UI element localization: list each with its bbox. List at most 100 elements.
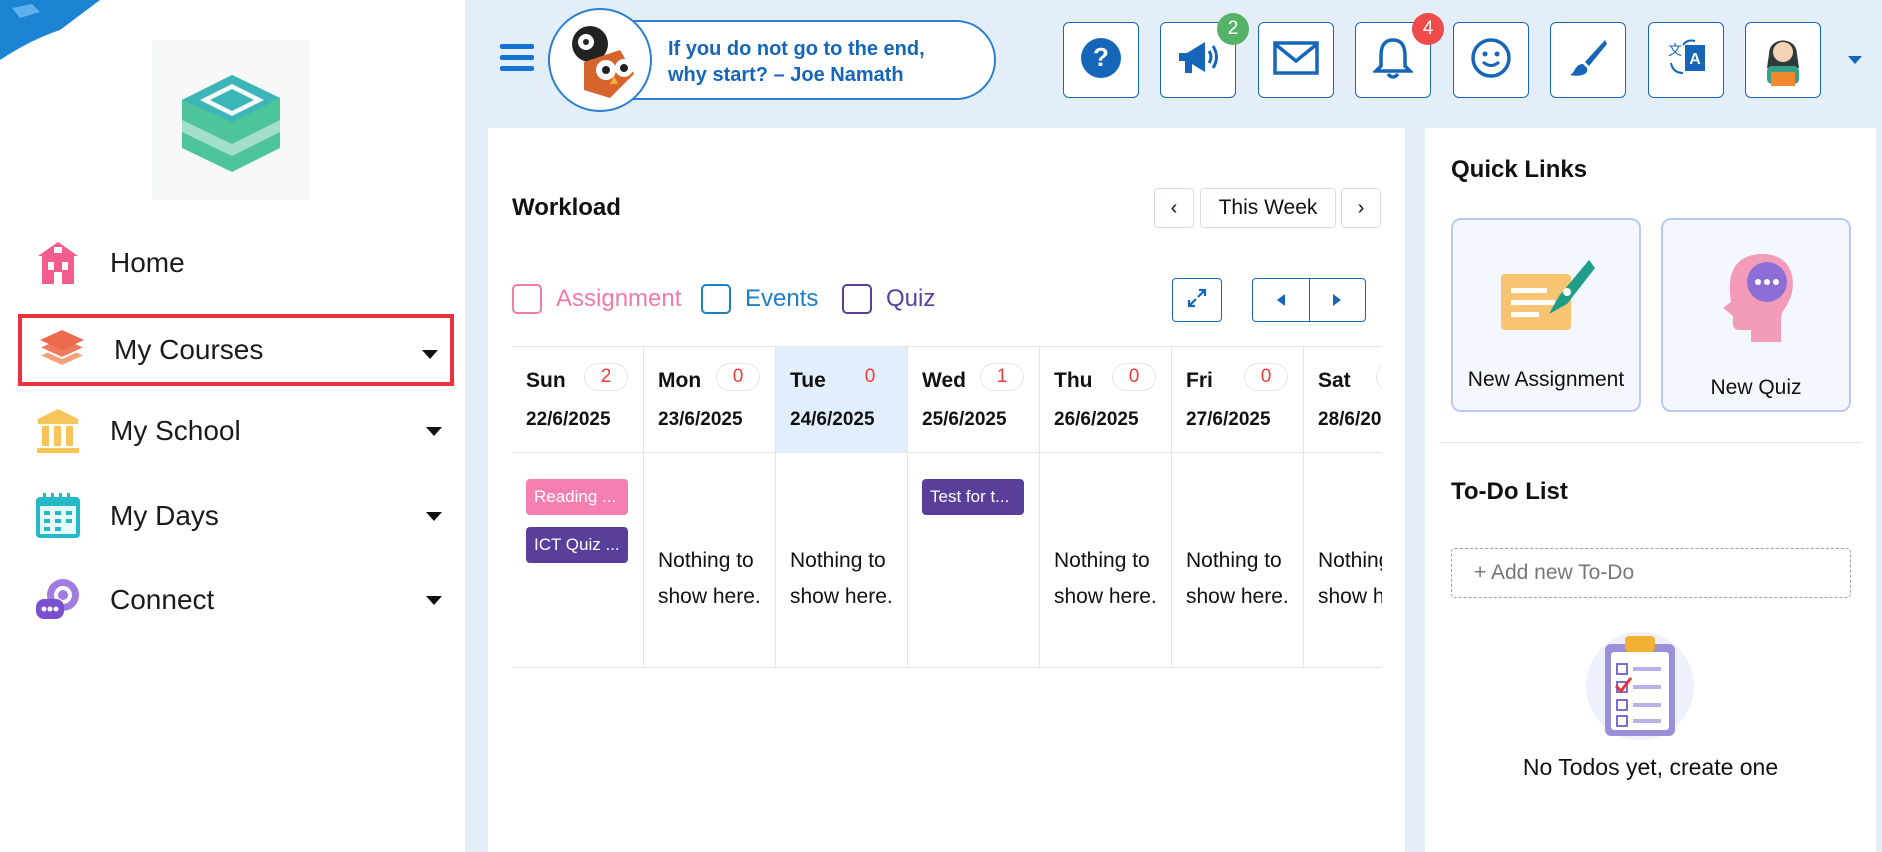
filter-checkbox[interactable] (701, 284, 731, 314)
expand-icon (1187, 288, 1207, 313)
divider (1439, 442, 1862, 443)
sidebar-item-my-days[interactable]: My Days (18, 480, 454, 552)
empty-line: Nothing to (658, 549, 754, 572)
day-column: Sat 0 28/6/2025 Nothing to show here. (1304, 347, 1382, 667)
day-date: 24/6/2025 (790, 409, 875, 430)
calendar-scroll-controls (1252, 278, 1366, 322)
calendar-icon (32, 490, 84, 542)
chevron-down-icon[interactable] (1848, 56, 1862, 64)
todo-title: To-Do List (1451, 478, 1568, 505)
week-calendar: Sun 2 22/6/2025 Reading ... ICT Quiz ...… (512, 346, 1382, 668)
filter-events[interactable]: Events (701, 284, 818, 314)
day-name: Sun (526, 369, 566, 392)
theme-button[interactable] (1550, 22, 1626, 98)
day-body: Nothing to show here. (1304, 453, 1382, 667)
mail-icon (1273, 40, 1319, 80)
chevron-down-icon (426, 596, 442, 605)
day-name: Sat (1318, 369, 1351, 392)
help-button[interactable]: ? (1063, 22, 1139, 98)
quick-links-panel: Quick Links New Assignment New Quiz To-D… (1425, 128, 1876, 852)
menu-toggle-icon[interactable] (500, 44, 534, 74)
day-body: Nothing to show here. (644, 453, 775, 667)
notifications-icon (1371, 36, 1415, 85)
emoji-button[interactable] (1453, 22, 1529, 98)
event-chip-quiz[interactable]: Test for t... (922, 479, 1024, 515)
caret-left-icon (1276, 294, 1285, 306)
new-assignment-icon (1501, 260, 1595, 330)
empty-line: show here. (1054, 585, 1157, 608)
sidebar: Home My Courses My School My Days Connec… (0, 0, 465, 852)
filter-quiz[interactable]: Quiz (842, 284, 935, 314)
chevron-down-icon (426, 427, 442, 436)
workload-title: Workload (512, 194, 621, 221)
new-quiz-button[interactable]: New Quiz (1661, 218, 1851, 412)
sidebar-item-my-school[interactable]: My School (18, 395, 454, 467)
filter-label: Quiz (886, 285, 936, 312)
empty-day-message: Nothing to show here. (1186, 543, 1302, 615)
event-chip-assignment[interactable]: Reading ... (526, 479, 628, 515)
day-column: Fri 0 27/6/2025 Nothing to show here. (1172, 347, 1304, 667)
new-assignment-button[interactable]: New Assignment (1451, 218, 1641, 412)
sidebar-item-label: Connect (110, 584, 215, 615)
new-quiz-icon (1723, 254, 1793, 342)
event-chip-quiz[interactable]: ICT Quiz ... (526, 527, 628, 563)
caret-right-icon (1333, 294, 1342, 306)
quote-line: If you do not go to the end, (668, 38, 925, 60)
notifications-button[interactable]: 4 (1355, 13, 1444, 98)
quote-line: why start? – Joe Namath (668, 64, 904, 86)
day-count-badge: 0 (1244, 363, 1288, 391)
emoji-icon (1470, 37, 1512, 84)
sidebar-item-label: My School (110, 415, 241, 446)
help-icon: ? (1080, 37, 1122, 84)
previous-week-button[interactable]: ‹ (1154, 188, 1194, 228)
filter-checkbox[interactable] (842, 284, 872, 314)
announcements-icon (1175, 37, 1221, 84)
chevron-left-icon: ‹ (1170, 196, 1178, 219)
empty-line: show here. (1318, 585, 1382, 608)
day-header: Thu 0 26/6/2025 (1040, 347, 1171, 453)
translate-button[interactable]: A文 (1648, 22, 1724, 98)
add-todo-input[interactable] (1451, 548, 1851, 598)
sidebar-item-connect[interactable]: Connect (18, 564, 454, 636)
filter-checkbox[interactable] (512, 284, 542, 314)
clipboard-checklist-icon (1586, 632, 1694, 740)
quick-link-label: New Assignment (1467, 368, 1625, 391)
sidebar-item-home[interactable]: Home (18, 227, 454, 299)
mail-button[interactable] (1258, 22, 1334, 98)
courses-icon (36, 324, 88, 376)
profile-button[interactable] (1745, 22, 1821, 98)
expand-button[interactable] (1172, 278, 1222, 322)
workload-panel: Workload ‹ This Week › Assignment Events… (488, 128, 1405, 852)
empty-day-message: Nothing to show here. (658, 543, 774, 615)
day-count-badge: 0 (1376, 363, 1382, 391)
day-count-badge: 2 (584, 363, 628, 391)
day-header: Sun 2 22/6/2025 (512, 347, 643, 453)
day-header: Sat 0 28/6/2025 (1304, 347, 1382, 453)
day-body: Test for t... (908, 453, 1039, 667)
filter-assignment[interactable]: Assignment (512, 284, 681, 314)
day-column-today: Tue 0 24/6/2025 Nothing to show here. (776, 347, 908, 667)
day-date: 27/6/2025 (1186, 409, 1271, 430)
announcements-button[interactable]: 2 (1160, 13, 1249, 98)
empty-line: show here. (1186, 585, 1289, 608)
chevron-right-icon: › (1357, 196, 1365, 219)
corner-flag-icon (0, 0, 100, 60)
day-name: Mon (658, 369, 702, 392)
day-date: 25/6/2025 (922, 409, 1007, 430)
sidebar-item-my-courses[interactable]: My Courses (18, 314, 454, 386)
day-header: Wed 1 25/6/2025 (908, 347, 1039, 453)
day-count-badge: 0 (716, 363, 760, 391)
empty-line: Nothing to (790, 549, 886, 572)
quote-owl-avatar (548, 8, 652, 112)
svg-text:?: ? (1093, 42, 1109, 72)
empty-day-message: Nothing to show here. (790, 543, 906, 615)
scroll-left-button[interactable] (1253, 279, 1309, 321)
scroll-right-button[interactable] (1308, 279, 1366, 321)
day-header: Tue 0 24/6/2025 (776, 347, 907, 453)
svg-text:A: A (1689, 51, 1701, 68)
next-week-button[interactable]: › (1341, 188, 1381, 228)
svg-text:文: 文 (1668, 43, 1682, 59)
home-icon (32, 237, 84, 289)
day-body: Reading ... ICT Quiz ... (512, 453, 643, 667)
filter-label: Assignment (556, 285, 682, 312)
